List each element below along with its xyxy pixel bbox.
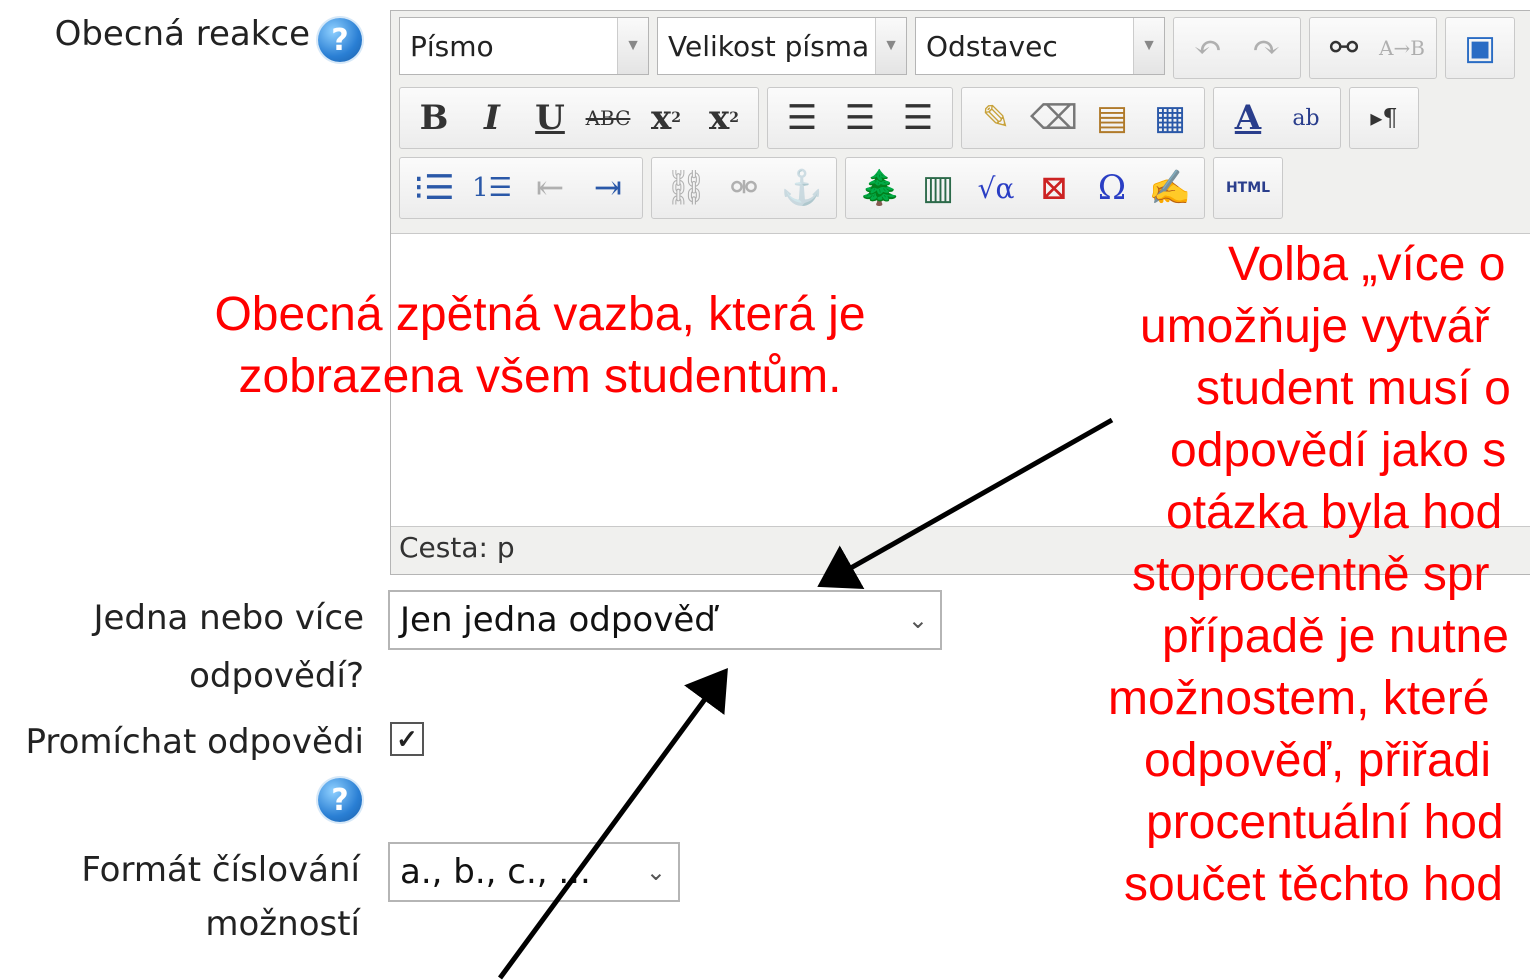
arrow-from-bottom: [497, 667, 728, 980]
annotation-arrows: [497, 417, 1114, 980]
arrow-to-select: [817, 417, 1114, 589]
